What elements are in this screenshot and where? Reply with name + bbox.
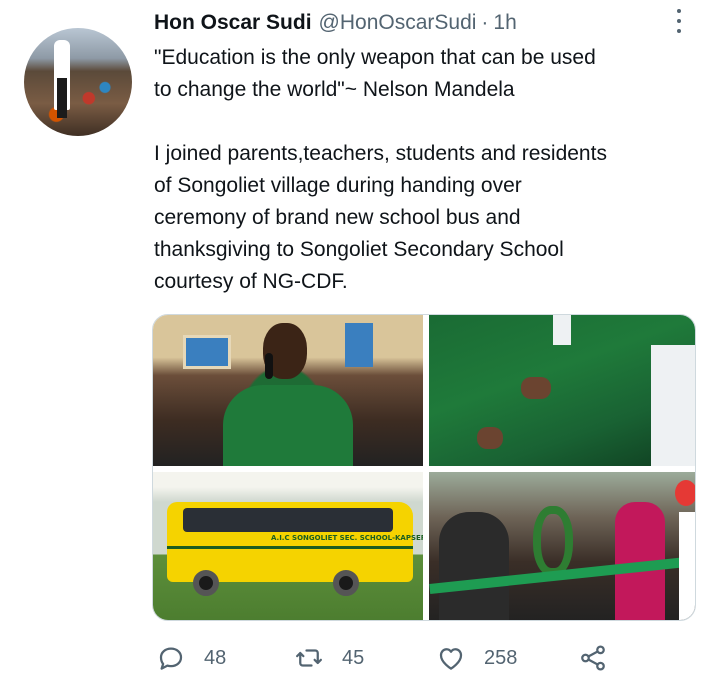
reply-button[interactable]: 48: [156, 638, 226, 678]
tweet-text-line: thanksgiving to Songoliet Secondary Scho…: [154, 238, 564, 261]
heart-icon: [439, 648, 463, 670]
reply-icon: [159, 647, 183, 670]
share-icon: [581, 645, 605, 671]
avatar-figure-legs: [57, 78, 67, 118]
photo-green-sweater: [223, 385, 353, 466]
tweet-text-line: "Education is the only weapon that can b…: [154, 46, 596, 69]
more-options-button[interactable]: [673, 9, 685, 33]
reply-count: 48: [204, 646, 227, 669]
photo-window: [183, 335, 231, 369]
photo-balloon: [679, 512, 695, 620]
author-name[interactable]: Hon Oscar Sudi: [154, 11, 312, 35]
photo-white-sleeve: [651, 345, 695, 466]
photo-wreath: [533, 506, 573, 576]
like-button[interactable]: 258: [436, 638, 517, 678]
share-button[interactable]: [578, 638, 608, 678]
photo-bus-lettering: A.I.C SONGOLIET SEC. SCHOOL-KAPSERET: [271, 534, 423, 542]
retweet-button[interactable]: 45: [294, 638, 364, 678]
photo-hand: [521, 377, 551, 399]
tweet-timestamp[interactable]: 1h: [493, 11, 516, 35]
photo-yellow-school-bus[interactable]: A.I.C SONGOLIET SEC. SCHOOL-KAPSERET: [153, 472, 423, 620]
like-count: 258: [484, 646, 518, 669]
photo-bus-wheel: [193, 570, 219, 596]
author-handle[interactable]: @HonOscarSudi: [319, 11, 477, 35]
tweet-text-line: courtesy of NG-CDF.: [154, 270, 348, 293]
retweet-count: 45: [342, 646, 365, 669]
photo-speaker-with-microphone[interactable]: [153, 315, 423, 466]
photo-microphone: [265, 353, 273, 379]
tweet-actions: 48 45 258: [152, 638, 622, 678]
photo-balloon: [675, 480, 695, 506]
photo-collar: [553, 315, 571, 345]
tweet-text: "Education is the only weapon that can b…: [154, 42, 714, 298]
tweet-text-line: of Songoliet village during handing over: [154, 174, 522, 197]
photo-bus-wheel: [333, 570, 359, 596]
photo-ribbon-cutting[interactable]: [429, 472, 695, 620]
photo-window: [345, 323, 373, 367]
photo-bus-windows: [183, 508, 393, 532]
tweet-header: Hon Oscar Sudi @HonOscarSudi · 1h: [154, 8, 517, 38]
more-vertical-icon: [677, 29, 681, 33]
tweet-text-line: I joined parents,teachers, students and …: [154, 142, 607, 165]
photo-people: [439, 512, 509, 620]
tweet-text-line: to change the world"~ Nelson Mandela: [154, 78, 515, 101]
author-avatar[interactable]: [24, 28, 132, 136]
retweet-icon: [296, 649, 322, 667]
media-grid: A.I.C SONGOLIET SEC. SCHOOL-KAPSERET: [152, 314, 696, 621]
more-vertical-icon: [677, 9, 681, 13]
photo-bus-stripe: [167, 546, 413, 549]
photo-students-uniforms[interactable]: [429, 315, 695, 466]
header-separator: ·: [481, 11, 489, 34]
tweet-text-line: ceremony of brand new school bus and: [154, 206, 521, 229]
photo-hand: [477, 427, 503, 449]
more-vertical-icon: [677, 19, 681, 23]
